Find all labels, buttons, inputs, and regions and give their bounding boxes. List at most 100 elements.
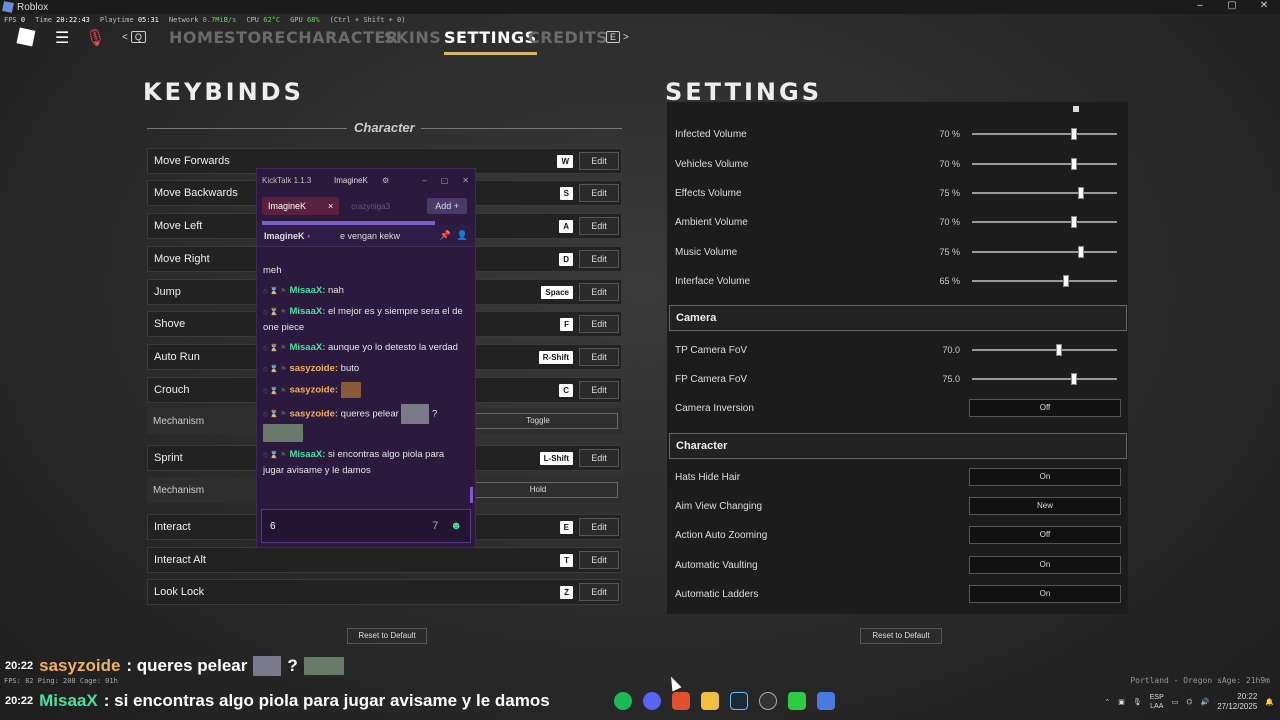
camera-header[interactable]: Camera xyxy=(669,305,1127,331)
edit-button[interactable]: Edit xyxy=(579,381,619,399)
toggle-button[interactable]: On xyxy=(969,556,1121,574)
maximize-button[interactable]: ▢ xyxy=(1216,0,1248,11)
tray-app-icon[interactable]: ▣ xyxy=(1118,698,1125,706)
chat-tab-imaginek[interactable]: ImagineK × xyxy=(262,197,340,215)
slider-thumb[interactable] xyxy=(1077,246,1084,258)
chat-input[interactable]: 6 7 ☻ xyxy=(261,509,471,543)
chat-tab-crazyniga3[interactable]: crazyniga3 xyxy=(351,202,390,211)
edit-button[interactable]: Edit xyxy=(579,551,619,569)
edit-button[interactable]: Edit xyxy=(579,449,619,467)
mod-actions-icon[interactable]: ⦸ ⌛ ⚑ xyxy=(263,366,286,373)
chat-scrollbar[interactable] xyxy=(470,487,473,503)
roblox-menu-icon[interactable] xyxy=(16,27,36,47)
hamburger-menu-icon[interactable]: ☰ xyxy=(55,28,69,48)
edit-button[interactable]: Edit xyxy=(579,283,619,301)
mod-actions-icon[interactable]: ⦸ ⌛ ⚑ xyxy=(263,288,286,295)
slider-thumb[interactable] xyxy=(1070,158,1077,170)
tab-store[interactable]: STORE xyxy=(224,28,286,47)
kick-icon[interactable] xyxy=(788,692,806,710)
edit-button[interactable]: Edit xyxy=(579,518,619,536)
volume-slider[interactable] xyxy=(972,187,1117,199)
close-button[interactable]: ✕ xyxy=(1248,0,1280,11)
monitor-icon[interactable]: ▭ xyxy=(1172,698,1179,706)
keybinds-reset-button[interactable]: Reset to Default xyxy=(347,628,427,644)
spotify-icon[interactable] xyxy=(614,692,632,710)
emote-picker-icon[interactable]: ☻ xyxy=(450,520,462,532)
nav-left-hint[interactable]: < Q xyxy=(122,31,146,43)
user-icon[interactable]: 👤 xyxy=(457,230,468,241)
discord-icon[interactable] xyxy=(643,692,661,710)
network-icon[interactable]: ⌬ xyxy=(1186,698,1192,706)
chat-username[interactable]: MisaaX: xyxy=(289,306,325,317)
mod-actions-icon[interactable]: ⦸ ⌛ ⚑ xyxy=(263,388,286,395)
mechanism-select[interactable]: Hold xyxy=(458,482,618,498)
slider-thumb[interactable] xyxy=(1077,187,1084,199)
chat-username[interactable]: sasyzoide: xyxy=(289,385,338,396)
steam-icon[interactable] xyxy=(730,692,748,710)
mod-actions-icon[interactable]: ⦸ ⌛ ⚑ xyxy=(263,309,286,316)
toggle-button[interactable]: New xyxy=(969,497,1121,515)
mic-muted-icon[interactable]: 🎙 xyxy=(85,28,105,48)
fov-slider[interactable] xyxy=(972,344,1117,356)
mod-actions-icon[interactable]: ⦸ ⌛ ⚑ xyxy=(263,411,286,418)
roblox-taskbar-icon[interactable] xyxy=(817,692,835,710)
mod-actions-icon[interactable]: ⦸ ⌛ ⚑ xyxy=(263,345,286,352)
chat-username[interactable]: MisaaX: xyxy=(289,449,325,460)
language-indicator[interactable]: ESP LAA xyxy=(1150,693,1164,711)
notification-icon[interactable]: 🔔 xyxy=(1265,698,1274,706)
settings-reset-button[interactable]: Reset to Default xyxy=(860,628,942,644)
edit-button[interactable]: Edit xyxy=(579,217,619,235)
volume-slider[interactable] xyxy=(972,158,1117,170)
edit-button[interactable]: Edit xyxy=(579,315,619,333)
chat-username[interactable]: MisaaX: xyxy=(289,285,325,296)
edit-button[interactable]: Edit xyxy=(579,152,619,170)
character-header[interactable]: Character xyxy=(669,433,1127,459)
volume-slider[interactable] xyxy=(972,216,1117,228)
edit-button[interactable]: Edit xyxy=(579,583,619,601)
nav-right-hint[interactable]: E > xyxy=(606,31,629,43)
toggle-button[interactable]: Off xyxy=(969,526,1121,544)
chat-username[interactable]: sasyzoide: xyxy=(289,408,338,419)
chat-username[interactable]: MisaaX: xyxy=(289,342,325,353)
tab-settings[interactable]: SETTINGS xyxy=(444,28,537,55)
slider-thumb[interactable] xyxy=(1070,373,1077,385)
slider-thumb[interactable] xyxy=(1070,128,1077,140)
chat-close-button[interactable]: ✕ xyxy=(462,176,469,185)
scroll-thumb[interactable] xyxy=(1073,106,1079,112)
toggle-button[interactable]: On xyxy=(969,468,1121,486)
toggle-button[interactable]: On xyxy=(969,585,1121,603)
chat-add-button[interactable]: Add + xyxy=(427,198,467,214)
slider-thumb[interactable] xyxy=(1070,216,1077,228)
fov-slider[interactable] xyxy=(972,373,1117,385)
volume-slider[interactable] xyxy=(972,275,1117,287)
volume-slider[interactable] xyxy=(972,246,1117,258)
chevron-up-icon[interactable]: ⌃ xyxy=(1104,698,1110,706)
volume-icon[interactable]: 🔊 xyxy=(1201,698,1210,706)
mod-actions-icon[interactable]: ⦸ ⌛ ⚑ xyxy=(263,452,286,459)
slider-thumb[interactable] xyxy=(1063,275,1070,287)
tab-skins[interactable]: SKINS xyxy=(384,28,441,47)
chat-minimize-button[interactable]: – xyxy=(422,176,426,185)
edit-button[interactable]: Edit xyxy=(579,184,619,202)
emote-7tv-icon[interactable]: 7 xyxy=(432,520,438,532)
folder-icon[interactable] xyxy=(701,692,719,710)
tab-home[interactable]: HOME xyxy=(169,28,225,47)
obs-icon[interactable] xyxy=(759,692,777,710)
edit-button[interactable]: Edit xyxy=(579,250,619,268)
microphone-icon[interactable]: 🎙 xyxy=(1133,698,1142,706)
close-icon[interactable]: × xyxy=(328,201,333,211)
chat-username[interactable]: sasyzoide: xyxy=(289,363,338,374)
slider-thumb[interactable] xyxy=(1056,344,1062,356)
brave-icon[interactable] xyxy=(672,692,690,710)
pin-icon[interactable]: 📌 xyxy=(440,230,451,241)
toggle-button[interactable]: Off xyxy=(969,399,1121,417)
tab-credits[interactable]: CREDITS xyxy=(528,28,608,47)
clock[interactable]: 20:22 27/12/2025 xyxy=(1217,692,1257,712)
chat-maximize-button[interactable]: ▢ xyxy=(441,176,449,185)
volume-slider[interactable] xyxy=(972,128,1117,140)
gear-icon[interactable]: ⚙ xyxy=(382,176,389,185)
mechanism-select[interactable]: Toggle xyxy=(458,413,618,429)
tab-character[interactable]: CHARACTER xyxy=(286,28,399,47)
edit-button[interactable]: Edit xyxy=(579,348,619,366)
minimize-button[interactable]: – xyxy=(1184,0,1216,11)
